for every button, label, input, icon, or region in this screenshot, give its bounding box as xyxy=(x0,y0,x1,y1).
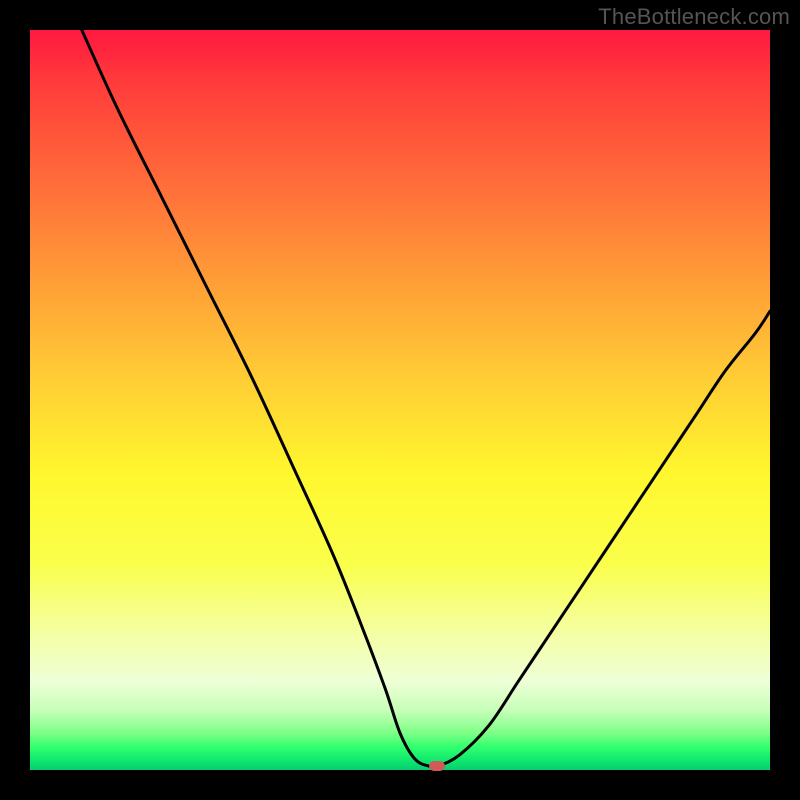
watermark-text: TheBottleneck.com xyxy=(598,4,790,30)
chart-frame: TheBottleneck.com xyxy=(0,0,800,800)
plot-area xyxy=(30,30,770,770)
optimal-point-marker xyxy=(429,761,445,771)
bottleneck-curve xyxy=(30,30,770,770)
